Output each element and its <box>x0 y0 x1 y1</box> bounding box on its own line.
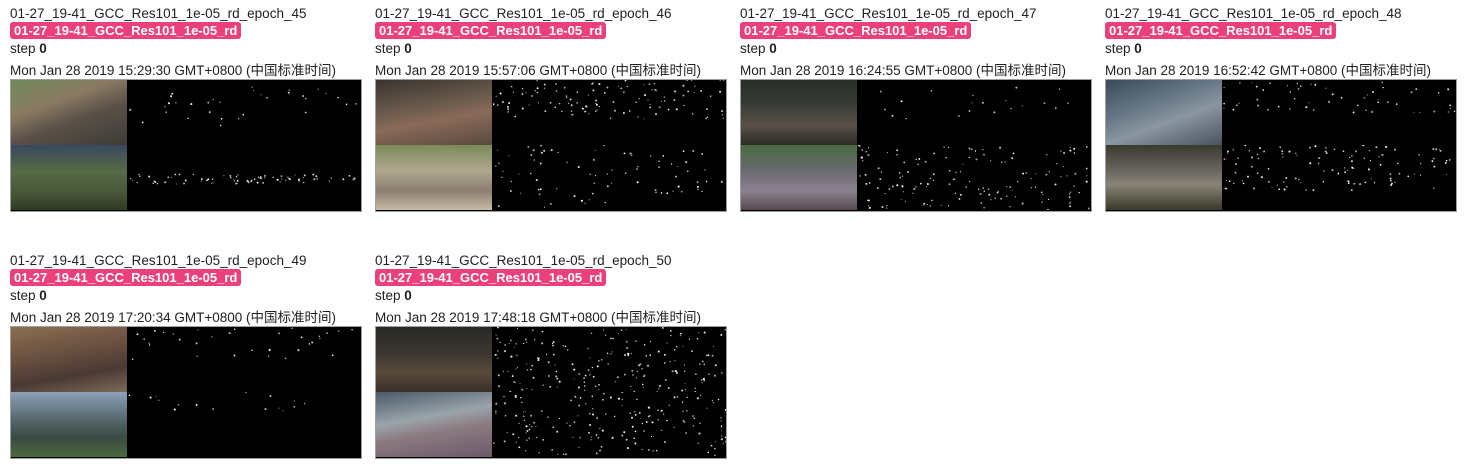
density-map <box>245 145 361 210</box>
density-map <box>493 145 609 210</box>
input-image-top <box>1106 80 1222 145</box>
run-badge: 01-27_19-41_GCC_Res101_1e-05_rd <box>10 22 242 39</box>
density-map <box>1223 145 1339 210</box>
step-value: 0 <box>404 288 412 303</box>
density-map <box>493 327 609 392</box>
run-badge: 01-27_19-41_GCC_Res101_1e-05_rd <box>375 22 607 39</box>
input-image-top <box>376 327 492 392</box>
density-map <box>245 392 361 457</box>
step-value: 0 <box>404 41 412 56</box>
density-map <box>245 327 361 392</box>
input-image-top <box>11 80 127 145</box>
density-map <box>493 392 609 457</box>
input-image-bottom <box>11 145 127 210</box>
run-badge: 01-27_19-41_GCC_Res101_1e-05_rd <box>740 22 972 39</box>
density-map <box>610 80 726 145</box>
density-map <box>975 145 1091 210</box>
density-map <box>975 80 1091 145</box>
tag-title: 01-27_19-41_GCC_Res101_1e-05_rd_epoch_50 <box>375 253 672 268</box>
step-line: step 0 <box>375 287 727 304</box>
step-label: step <box>10 41 36 56</box>
wall-time: Mon Jan 28 2019 16:24:55 GMT+0800 (中国标准时… <box>740 63 1067 78</box>
density-map <box>128 327 244 392</box>
step-line: step 0 <box>740 40 1092 57</box>
step-line: step 0 <box>10 40 362 57</box>
summary-image[interactable] <box>10 79 362 212</box>
wall-time: Mon Jan 28 2019 17:20:34 GMT+0800 (中国标准时… <box>10 310 337 325</box>
input-image-bottom <box>376 145 492 210</box>
image-card: 01-27_19-41_GCC_Res101_1e-05_rd_epoch_49… <box>10 252 362 459</box>
step-label: step <box>375 288 401 303</box>
wall-time: Mon Jan 28 2019 17:48:18 GMT+0800 (中国标准时… <box>375 310 702 325</box>
step-label: step <box>10 288 36 303</box>
density-map <box>245 80 361 145</box>
run-badge: 01-27_19-41_GCC_Res101_1e-05_rd <box>10 269 242 286</box>
density-map <box>610 327 726 392</box>
step-label: step <box>740 41 766 56</box>
run-badge: 01-27_19-41_GCC_Res101_1e-05_rd <box>375 269 607 286</box>
input-image-bottom <box>1106 145 1222 210</box>
input-image-top <box>376 80 492 145</box>
input-image-bottom <box>741 145 857 210</box>
image-card: 01-27_19-41_GCC_Res101_1e-05_rd_epoch_48… <box>1105 5 1457 212</box>
step-label: step <box>1105 41 1131 56</box>
density-map <box>1340 80 1456 145</box>
density-map <box>610 145 726 210</box>
density-map <box>128 80 244 145</box>
tag-title: 01-27_19-41_GCC_Res101_1e-05_rd_epoch_47 <box>740 6 1037 21</box>
density-map <box>493 80 609 145</box>
wall-time: Mon Jan 28 2019 15:29:30 GMT+0800 (中国标准时… <box>10 63 337 78</box>
input-image-bottom <box>11 392 127 457</box>
wall-time: Mon Jan 28 2019 16:52:42 GMT+0800 (中国标准时… <box>1105 63 1432 78</box>
density-map <box>128 392 244 457</box>
tag-title: 01-27_19-41_GCC_Res101_1e-05_rd_epoch_49 <box>10 253 307 268</box>
input-image-top <box>11 327 127 392</box>
summary-image[interactable] <box>740 79 1092 212</box>
density-map <box>610 392 726 457</box>
density-map <box>1340 145 1456 210</box>
summary-image[interactable] <box>375 326 727 459</box>
input-image-top <box>741 80 857 145</box>
step-value: 0 <box>39 288 47 303</box>
image-card: 01-27_19-41_GCC_Res101_1e-05_rd_epoch_47… <box>740 5 1092 212</box>
density-map <box>858 145 974 210</box>
summary-image[interactable] <box>10 326 362 459</box>
density-map <box>858 80 974 145</box>
summary-image[interactable] <box>375 79 727 212</box>
step-value: 0 <box>769 41 777 56</box>
image-card: 01-27_19-41_GCC_Res101_1e-05_rd_epoch_46… <box>375 5 727 212</box>
step-line: step 0 <box>375 40 727 57</box>
tag-title: 01-27_19-41_GCC_Res101_1e-05_rd_epoch_46 <box>375 6 672 21</box>
wall-time: Mon Jan 28 2019 15:57:06 GMT+0800 (中国标准时… <box>375 63 702 78</box>
summary-image[interactable] <box>1105 79 1457 212</box>
step-line: step 0 <box>1105 40 1457 57</box>
step-label: step <box>375 41 401 56</box>
density-map <box>1223 80 1339 145</box>
step-value: 0 <box>39 41 47 56</box>
step-value: 0 <box>1134 41 1142 56</box>
density-map <box>128 145 244 210</box>
image-card: 01-27_19-41_GCC_Res101_1e-05_rd_epoch_45… <box>10 5 362 212</box>
tag-title: 01-27_19-41_GCC_Res101_1e-05_rd_epoch_45 <box>10 6 307 21</box>
step-line: step 0 <box>10 287 362 304</box>
tag-title: 01-27_19-41_GCC_Res101_1e-05_rd_epoch_48 <box>1105 6 1402 21</box>
input-image-bottom <box>376 392 492 457</box>
run-badge: 01-27_19-41_GCC_Res101_1e-05_rd <box>1105 22 1337 39</box>
image-card: 01-27_19-41_GCC_Res101_1e-05_rd_epoch_50… <box>375 252 727 459</box>
